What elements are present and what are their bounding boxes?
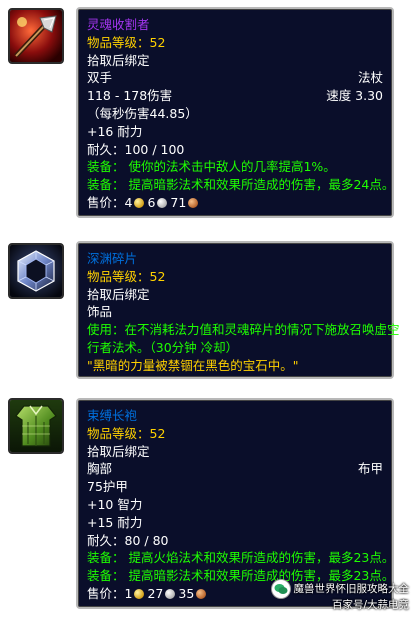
equip-effect-1: 装备： 使你的法术击中敌人的几率提高1%。 [87, 159, 336, 175]
sell-label: 售价： [87, 194, 125, 210]
item-name: 深渊碎片 [87, 251, 138, 266]
bind-text: 拾取后绑定 [87, 443, 150, 459]
binding-robe-icon [10, 400, 62, 452]
type-text: 法杖 [357, 70, 383, 86]
gold-amount: 1 [124, 585, 133, 601]
use-effect-line-2: 行者法术。（30分钟 冷却） [87, 339, 239, 355]
speed-text: 速度 3.30 [326, 88, 383, 104]
equip-effect-2: 装备： 提高暗影法术和效果所造成的伤害，最多24点。 [87, 177, 395, 193]
stat-intellect: +10 智力 [87, 496, 143, 512]
silver-amount: 6 [147, 194, 156, 210]
sell-price: 售价： 4 6 71 [87, 194, 383, 212]
watermark-subtitle: 百家号/大蒜电竞 [331, 599, 409, 611]
slot-text: 双手 [87, 70, 113, 86]
tooltip-soul-harvester: 灵魂收割者 物品等级：52 拾取后绑定 双手 法杖 118 - 178伤害 速度… [76, 7, 394, 218]
item-level: 物品等级：52 [87, 425, 166, 441]
item-icon-binding-robe[interactable] [8, 398, 64, 454]
gold-coin-icon [134, 588, 145, 599]
copper-amount: 35 [178, 585, 195, 601]
silver-coin-icon [157, 197, 168, 208]
item-name: 束缚长袍 [87, 408, 138, 423]
durability-text: 耐久：100 / 100 [87, 141, 185, 157]
equip-effect-1: 装备： 提高火焰法术和效果所造成的伤害，最多23点。 [87, 550, 395, 566]
armor-text: 75护甲 [87, 479, 128, 495]
dps-text: （每秒伤害44.85） [87, 105, 198, 121]
item-icon-abyss-shard[interactable] [8, 243, 64, 299]
tooltip-binding-robe: 束缚长袍 物品等级：52 拾取后绑定 胸部 布甲 75护甲 +10 智力 +15… [76, 398, 394, 609]
tooltip-abyss-shard: 深渊碎片 物品等级：52 拾取后绑定 饰品 使用：在不消耗法力值和灵魂碎片的情况… [76, 241, 400, 379]
damage-text: 118 - 178伤害 [87, 88, 173, 104]
silver-coin-icon [165, 588, 176, 599]
item-level: 物品等级：52 [87, 268, 166, 284]
flavor-text: "黑暗的力量被禁锢在黑色的宝石中。" [87, 357, 299, 373]
item-name: 灵魂收割者 [87, 17, 150, 32]
soul-harvester-icon [10, 10, 62, 62]
gold-amount: 4 [124, 194, 133, 210]
copper-amount: 71 [170, 194, 187, 210]
sell-label: 售价： [87, 585, 125, 601]
stat-stamina: +15 耐力 [87, 514, 143, 530]
slot-text: 饰品 [87, 304, 113, 320]
copper-coin-icon [188, 197, 199, 208]
item-level: 物品等级：52 [87, 34, 166, 50]
copper-coin-icon [196, 588, 207, 599]
watermark-title: 魔兽世界怀旧服攻略大全 [293, 583, 410, 595]
gold-coin-icon [134, 197, 145, 208]
durability-text: 耐久：80 / 80 [87, 532, 169, 548]
wechat-logo-icon [271, 580, 290, 598]
type-text: 布甲 [357, 461, 383, 477]
bind-text: 拾取后绑定 [87, 52, 150, 68]
watermark: 魔兽世界怀旧服攻略大全 百家号/大蒜电竞 [271, 580, 410, 612]
item-icon-soul-harvester[interactable] [8, 8, 64, 64]
bind-text: 拾取后绑定 [87, 286, 150, 302]
silver-amount: 27 [147, 585, 164, 601]
use-effect-line-1: 使用：在不消耗法力值和灵魂碎片的情况下施放召唤虚空 [87, 322, 400, 338]
stat-stamina: +16 耐力 [87, 123, 143, 139]
slot-text: 胸部 [87, 461, 113, 477]
abyss-shard-icon [10, 245, 62, 297]
